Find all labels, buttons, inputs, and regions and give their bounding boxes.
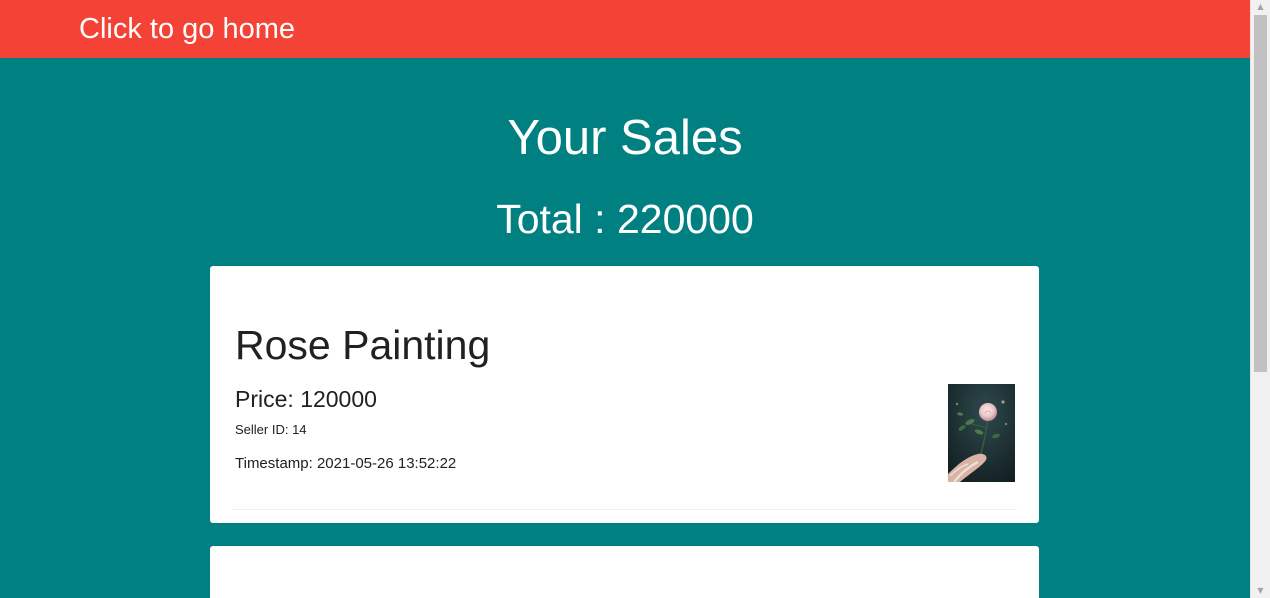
card-divider bbox=[232, 509, 1017, 510]
price-value: 120000 bbox=[300, 386, 377, 412]
home-navbar[interactable]: Click to go home bbox=[0, 0, 1250, 58]
sales-page: Click to go home Your Sales Total : 2200… bbox=[0, 0, 1250, 598]
timestamp-value: 2021-05-26 13:52:22 bbox=[316, 455, 457, 472]
total-value: 220000 bbox=[616, 196, 754, 242]
browser-viewport: Click to go home Your Sales Total : 2200… bbox=[0, 0, 1270, 598]
total-label: Total : bbox=[496, 196, 617, 242]
page-title: Your Sales bbox=[507, 111, 743, 165]
vertical-scrollbar[interactable]: ▲ ▼ bbox=[1250, 0, 1270, 598]
seller-id: Seller ID: 14 bbox=[235, 422, 307, 438]
scroll-up-arrow-icon[interactable]: ▲ bbox=[1251, 0, 1270, 14]
sale-timestamp: Timestamp: 2021-05-26 13:52:22 bbox=[235, 455, 456, 473]
rose-painting-thumbnail bbox=[948, 384, 1015, 482]
sales-total: Total : 220000 bbox=[0, 193, 1250, 245]
item-name: Rose Painting bbox=[235, 322, 491, 368]
seller-label: Seller ID: bbox=[235, 422, 293, 437]
home-link[interactable]: Click to go home bbox=[79, 14, 295, 44]
timestamp-label: Timestamp: bbox=[235, 455, 317, 472]
sale-card: Rose Painting Price: 120000 Seller ID: 1… bbox=[210, 266, 1039, 523]
item-price: Price: 120000 bbox=[235, 385, 377, 413]
sale-card bbox=[210, 546, 1039, 598]
seller-value: 14 bbox=[292, 422, 307, 437]
price-label: Price: bbox=[235, 386, 301, 412]
scrollbar-thumb[interactable] bbox=[1254, 15, 1267, 372]
scroll-down-arrow-icon[interactable]: ▼ bbox=[1251, 584, 1270, 598]
